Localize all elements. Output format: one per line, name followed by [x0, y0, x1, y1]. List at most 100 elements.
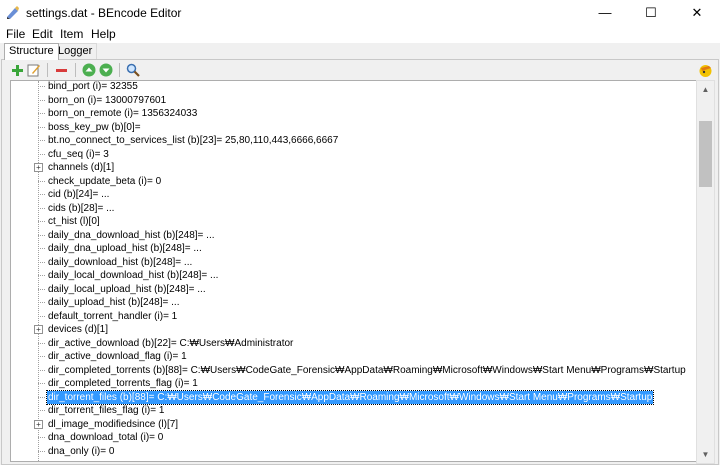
- tree-node[interactable]: dir_completed_torrents (b)[88]= C:₩Users…: [11, 364, 696, 377]
- tree-node-label: ct_hist (l)[0]: [48, 216, 100, 227]
- minimize-icon: —: [598, 5, 612, 20]
- tab-logger[interactable]: Logger: [53, 43, 98, 59]
- close-button[interactable]: ✕: [674, 0, 720, 25]
- tree-node-label: daily_local_upload_hist (b)[248]= ...: [48, 283, 206, 295]
- structure-panel: bind_port (i)= 32355 born_on (i)= 1300079…: [1, 59, 719, 465]
- tree-node-label: bt.no_connect_to_services_list (b)[23]= …: [48, 135, 339, 146]
- tree-connector: [38, 194, 45, 195]
- tree-node[interactable]: dir_active_download (b)[22]= C:₩Users₩Ad…: [11, 337, 696, 350]
- tree-node[interactable]: ct_hist (l)[0]: [11, 215, 696, 228]
- tree-node-label: dir_torrent_files_flag (i)= 1: [48, 405, 165, 416]
- tree-connector: [38, 450, 45, 452]
- close-icon: ✕: [691, 4, 703, 20]
- tree-connector: [38, 275, 45, 276]
- tree-node[interactable]: dir_active_download_flag (i)= 1: [11, 350, 696, 363]
- tree-node[interactable]: daily_upload_hist (b)[248]= ...: [11, 296, 696, 309]
- tree-node[interactable]: daily_dna_download_hist (b)[248]= ...: [11, 229, 696, 242]
- maximize-button[interactable]: ☐: [628, 0, 674, 25]
- tree-node[interactable]: born_on (i)= 13000797601: [11, 94, 696, 107]
- tree-node-label: born_on_remote (i)= 1356324033: [48, 108, 198, 119]
- tree-node[interactable]: check_update_beta (i)= 0: [11, 175, 696, 188]
- tree-connector: [38, 207, 45, 209]
- tree-node-label: dna_only (i)= 0: [48, 445, 115, 457]
- toolbar: [7, 61, 717, 79]
- tree-connector: [38, 315, 45, 317]
- tree-connector: [38, 437, 45, 438]
- tree-node[interactable]: daily_download_hist (b)[248]= ...: [11, 256, 696, 269]
- tree-node[interactable]: + dl_image_modifiedsince (l)[7]: [11, 418, 696, 431]
- menu-help[interactable]: Help: [91, 27, 116, 41]
- tree-connector: [38, 383, 45, 384]
- tree-connector: [38, 261, 45, 263]
- tree-node-label: check_update_beta (i)= 0: [48, 175, 162, 187]
- tree-node-label: boss_key_pw (b)[0]=: [48, 121, 141, 133]
- search-icon[interactable]: [125, 62, 141, 78]
- tree-node[interactable]: dna_only (i)= 0: [11, 445, 696, 458]
- tree-node-label: dir_active_download (b)[22]= C:₩Users₩Ad…: [48, 337, 294, 349]
- tree-connector: [38, 221, 45, 222]
- tree-node-label: daily_download_hist (b)[248]= ...: [48, 256, 193, 268]
- tree-node-label: daily_dna_download_hist (b)[248]= ...: [48, 229, 215, 241]
- tree-node[interactable]: born_on_remote (i)= 1356324033: [11, 107, 696, 120]
- app-icon: [7, 6, 19, 19]
- move-up-icon[interactable]: [81, 62, 97, 78]
- tree-connector: [38, 369, 45, 371]
- add-icon[interactable]: [9, 62, 25, 78]
- minimize-button[interactable]: —: [582, 0, 628, 25]
- move-down-icon[interactable]: [98, 62, 114, 78]
- scroll-up-arrow-icon[interactable]: ▲: [697, 81, 714, 98]
- tree-node[interactable]: cids (b)[28]= ...: [11, 202, 696, 215]
- tab-structure[interactable]: Structure: [4, 43, 59, 60]
- menu-edit[interactable]: Edit: [32, 27, 53, 41]
- tree-node-label: dir_torrent_files (b)[88]= C:₩Users₩Code…: [45, 389, 655, 405]
- tree-connector: [38, 113, 45, 114]
- vertical-scrollbar[interactable]: ▲ ▼: [696, 80, 715, 464]
- edit-icon[interactable]: [26, 62, 42, 78]
- tree-connector: [38, 234, 45, 236]
- tree-connector: [38, 126, 45, 128]
- tree-node[interactable]: cid (b)[24]= ...: [11, 188, 696, 201]
- expand-icon[interactable]: +: [34, 163, 43, 172]
- tree-connector: [38, 288, 45, 290]
- structure-tree[interactable]: bind_port (i)= 32355 born_on (i)= 1300079…: [10, 80, 697, 462]
- tree-node[interactable]: dna_download_total (i)= 0: [11, 431, 696, 444]
- expand-icon[interactable]: +: [34, 325, 43, 334]
- tree-node-label: bind_port (i)= 32355: [48, 81, 138, 92]
- menu-bar: File Edit Item Help: [0, 25, 720, 43]
- tree-node[interactable]: cfu_seq (i)= 3: [11, 148, 696, 161]
- tree-node[interactable]: daily_local_upload_hist (b)[248]= ...: [11, 283, 696, 296]
- tree-node[interactable]: bind_port (i)= 32355: [11, 81, 696, 93]
- tree-node[interactable]: dir_completed_torrents_flag (i)= 1: [11, 377, 696, 390]
- tab-strip: Structure Logger: [0, 43, 720, 60]
- tree-node[interactable]: daily_local_download_hist (b)[248]= ...: [11, 269, 696, 282]
- tree-connector: [38, 342, 45, 344]
- tree-node[interactable]: bt.no_connect_to_services_list (b)[23]= …: [11, 134, 696, 147]
- tree-node-label: cfu_seq (i)= 3: [48, 148, 109, 160]
- tree-node-label: dna_download_total (i)= 0: [48, 432, 164, 443]
- tree-connector: [38, 86, 45, 87]
- scroll-down-arrow-icon[interactable]: ▼: [697, 446, 714, 463]
- tree-connector: [38, 99, 45, 101]
- tree-node[interactable]: + devices (d)[1]: [11, 323, 696, 336]
- tree-connector: [38, 396, 45, 398]
- tree-connector: [38, 153, 45, 155]
- tree-node[interactable]: boss_key_pw (b)[0]=: [11, 121, 696, 134]
- tree-connector: [38, 248, 45, 249]
- tree-node[interactable]: + channels (d)[1]: [11, 161, 696, 174]
- expand-icon[interactable]: +: [34, 419, 43, 429]
- tree-node-label: dir_active_download_flag (i)= 1: [48, 351, 187, 362]
- tree-node-label: channels (d)[1]: [48, 162, 115, 173]
- tree-node-label: dir_completed_torrents_flag (i)= 1: [48, 378, 198, 389]
- tree-node[interactable]: daily_dna_upload_hist (b)[248]= ...: [11, 242, 696, 255]
- tree-connector: [38, 140, 45, 141]
- tree-node[interactable]: default_torrent_handler (i)= 1: [11, 310, 696, 323]
- menu-file[interactable]: File: [6, 27, 25, 41]
- tree-node[interactable]: dir_torrent_files_flag (i)= 1: [11, 404, 696, 417]
- window-title: settings.dat - BEncode Editor: [26, 6, 182, 20]
- about-icon[interactable]: [697, 62, 713, 78]
- scroll-thumb[interactable]: [699, 121, 712, 187]
- delete-icon[interactable]: [53, 62, 69, 78]
- menu-item[interactable]: Item: [60, 27, 83, 41]
- tree-node[interactable]: dir_torrent_files (b)[88]= C:₩Users₩Code…: [11, 389, 696, 405]
- tree-connector: [38, 410, 45, 411]
